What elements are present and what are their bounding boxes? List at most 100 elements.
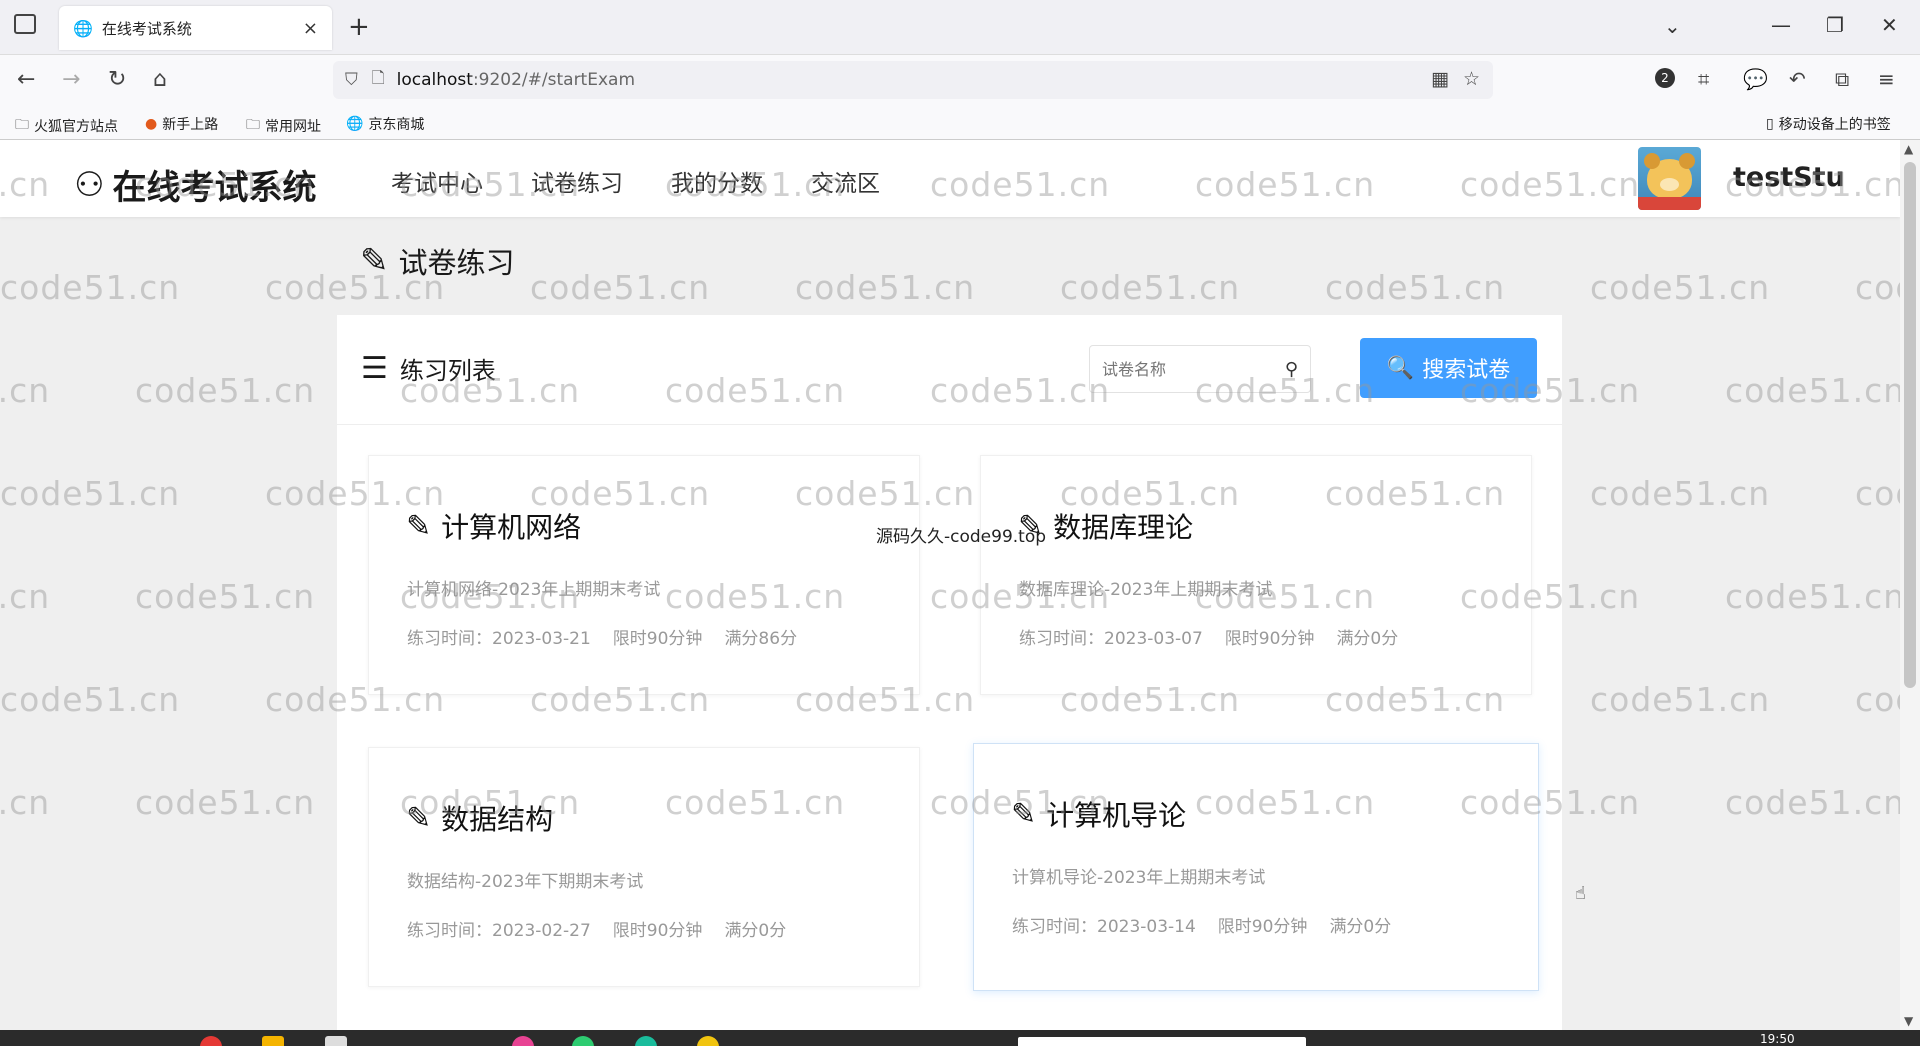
folder-icon: 🗀 [246, 117, 260, 133]
chat-icon[interactable]: 💬 [1743, 67, 1768, 91]
search-button-label: 搜索试卷 [1422, 358, 1511, 383]
card-limit: 限时90分钟 [612, 629, 703, 649]
shield-icon[interactable]: ⛉ [345, 70, 358, 90]
minimize-icon[interactable]: — [1771, 13, 1791, 37]
users-icon: ⚇ [74, 164, 105, 205]
app-icon[interactable] [697, 1036, 719, 1046]
watermark-text: code51.cn [1855, 680, 1900, 719]
site-header: ⚇ 在线考试系统 考试中心 试卷练习 我的分数 交流区 testStu [0, 140, 1900, 217]
bookmark-label: 新手上路 [162, 117, 219, 133]
bookmark-item[interactable]: ● 新手上路 [145, 114, 218, 134]
bookmark-item[interactable]: 🗀 常用网址 [246, 114, 321, 138]
exam-card[interactable]: ✎ 计算机导论 计算机导论-2023年上期期末考试 练习时间：2023-03-1… [973, 743, 1539, 991]
window-close-icon[interactable]: ✕ [1881, 13, 1898, 37]
list-title-text: 练习列表 [399, 357, 496, 385]
page-title: ✎ 试卷练习 [360, 240, 515, 282]
browser-navbar: ← → ↻ ⌂ ⛉ 🗋 localhost:9202/#/startExam ▦… [0, 55, 1920, 105]
app-icon[interactable] [635, 1036, 657, 1046]
card-limit: 限时90分钟 [1217, 917, 1308, 937]
scrollbar-thumb[interactable] [1904, 162, 1916, 688]
search-icon[interactable]: ⚲ [1285, 359, 1298, 380]
card-meta: 练习时间：2023-03-21 限时90分钟 满分86分 [407, 624, 797, 649]
page-title-text: 试卷练习 [398, 246, 515, 280]
card-limit: 限时90分钟 [1224, 629, 1315, 649]
app-icon[interactable] [572, 1036, 594, 1046]
card-date: 练习时间：2023-03-07 [1019, 629, 1203, 649]
forward-icon[interactable]: → [62, 67, 80, 92]
search-box[interactable]: ⚲ [1089, 345, 1311, 393]
crop-icon[interactable]: ⌗ [1698, 67, 1709, 91]
bookmark-item[interactable]: 🗀 火狐官方站点 [15, 114, 118, 138]
firefox-icon: ● [145, 116, 158, 132]
search-papers-button[interactable]: 🔍 搜索试卷 [1360, 338, 1537, 398]
nav-practice[interactable]: 试卷练习 [531, 164, 623, 198]
exam-card[interactable]: ✎ 计算机网络 计算机网络-2023年上期期末考试 练习时间：2023-03-2… [368, 455, 920, 695]
bookmark-label: 火狐官方站点 [34, 119, 118, 135]
tab-overview-icon[interactable] [14, 14, 36, 34]
home-icon[interactable]: ⌂ [153, 67, 167, 92]
site-logo[interactable]: ⚇ 在线考试系统 [74, 160, 316, 209]
exam-card[interactable]: ✎ 数据库理论 数据库理论-2023年上期期末考试 练习时间：2023-03-0… [980, 455, 1532, 695]
watermark-text: code51.cn [1590, 474, 1771, 513]
extensions-icon[interactable]: ⧉ [1835, 67, 1849, 91]
browser-tab[interactable]: 🌐 在线考试系统 × [59, 6, 332, 50]
bookmark-star-icon[interactable]: ☆ [1463, 68, 1480, 90]
watermark-text: code51.cn [135, 371, 316, 410]
nav-my-scores[interactable]: 我的分数 [671, 164, 763, 198]
url-bar[interactable]: ⛉ 🗋 localhost:9202/#/startExam ▦ ☆ [333, 61, 1493, 99]
card-title-text: 计算机网络 [441, 511, 582, 544]
back-icon[interactable]: ← [17, 67, 35, 92]
list-icon: ☰ [361, 351, 388, 386]
scroll-down-icon[interactable]: ▼ [1904, 1014, 1913, 1028]
bookmark-item[interactable]: 🌐 京东商城 [346, 114, 424, 134]
watermark-text: code51.cn [0, 680, 181, 719]
card-description: 数据结构-2023年下期期末考试 [407, 872, 644, 892]
mobile-bookmarks[interactable]: ▯ 移动设备上的书签 [1766, 114, 1891, 134]
username[interactable]: testStu [1733, 162, 1845, 193]
page-icon: 🗋 [371, 67, 385, 87]
nav-exam-center[interactable]: 考试中心 [391, 164, 483, 198]
restore-icon[interactable]: ❐ [1826, 13, 1844, 37]
exam-card[interactable]: ✎ 数据结构 数据结构-2023年下期期末考试 练习时间：2023-02-27 … [368, 747, 920, 987]
browser-tabbar: 🌐 在线考试系统 × + ⌄ — ❐ ✕ [0, 0, 1920, 55]
source-note: 源码久久-code99.top [876, 527, 1047, 547]
chevron-down-icon[interactable]: ⌄ [1664, 14, 1681, 38]
scrollbar[interactable]: ▲ ▼ [1900, 140, 1920, 1030]
card-description: 计算机网络-2023年上期期末考试 [407, 580, 661, 600]
card-title: ✎ 数据结构 [406, 798, 553, 838]
card-score: 满分86分 [724, 629, 798, 649]
scroll-up-icon[interactable]: ▲ [1904, 142, 1913, 156]
menu-icon[interactable]: ≡ [1878, 67, 1895, 91]
edit-note-icon: ✎ [406, 508, 432, 544]
bookmark-label: 常用网址 [265, 119, 321, 135]
watermark-text: code51.cn [135, 783, 316, 822]
card-title: ✎ 计算机网络 [406, 506, 581, 546]
page-viewport: ⚇ 在线考试系统 考试中心 试卷练习 我的分数 交流区 testStu ✎ 试卷… [0, 140, 1900, 1030]
new-tab-icon[interactable]: + [348, 12, 370, 42]
taskbar-clock: 19:50 [1760, 1032, 1795, 1046]
folder-icon[interactable] [262, 1036, 284, 1046]
watermark-text: code51.cn [1590, 680, 1771, 719]
watermark-text: code51.cn [0, 371, 51, 410]
watermark-text: code51.cn [135, 577, 316, 616]
qr-code-icon[interactable]: ▦ [1431, 68, 1449, 90]
logo-text: 在线考试系统 [112, 168, 317, 208]
close-tab-icon[interactable]: × [303, 18, 318, 39]
undo-icon[interactable]: ↶ [1789, 67, 1806, 91]
card-description: 计算机导论-2023年上期期末考试 [1012, 868, 1266, 888]
reload-icon[interactable]: ↻ [108, 67, 126, 92]
card-score: 满分0分 [1329, 917, 1392, 937]
tab-title: 在线考试系统 [101, 19, 192, 38]
nav-forum[interactable]: 交流区 [811, 164, 880, 198]
card-meta: 练习时间：2023-02-27 限时90分钟 满分0分 [407, 916, 786, 941]
card-title-text: 计算机导论 [1046, 799, 1187, 832]
watermark-text: code51.cn [1590, 268, 1771, 307]
avatar[interactable] [1638, 147, 1701, 210]
extension-badge[interactable]: 2 [1655, 68, 1675, 88]
search-input[interactable] [1102, 359, 1262, 379]
taskbar-search[interactable] [1018, 1037, 1306, 1046]
watermark-text: code51.cn [1855, 474, 1900, 513]
app-icon[interactable] [200, 1036, 222, 1046]
app-icon[interactable] [325, 1036, 347, 1046]
app-icon[interactable] [512, 1036, 534, 1046]
